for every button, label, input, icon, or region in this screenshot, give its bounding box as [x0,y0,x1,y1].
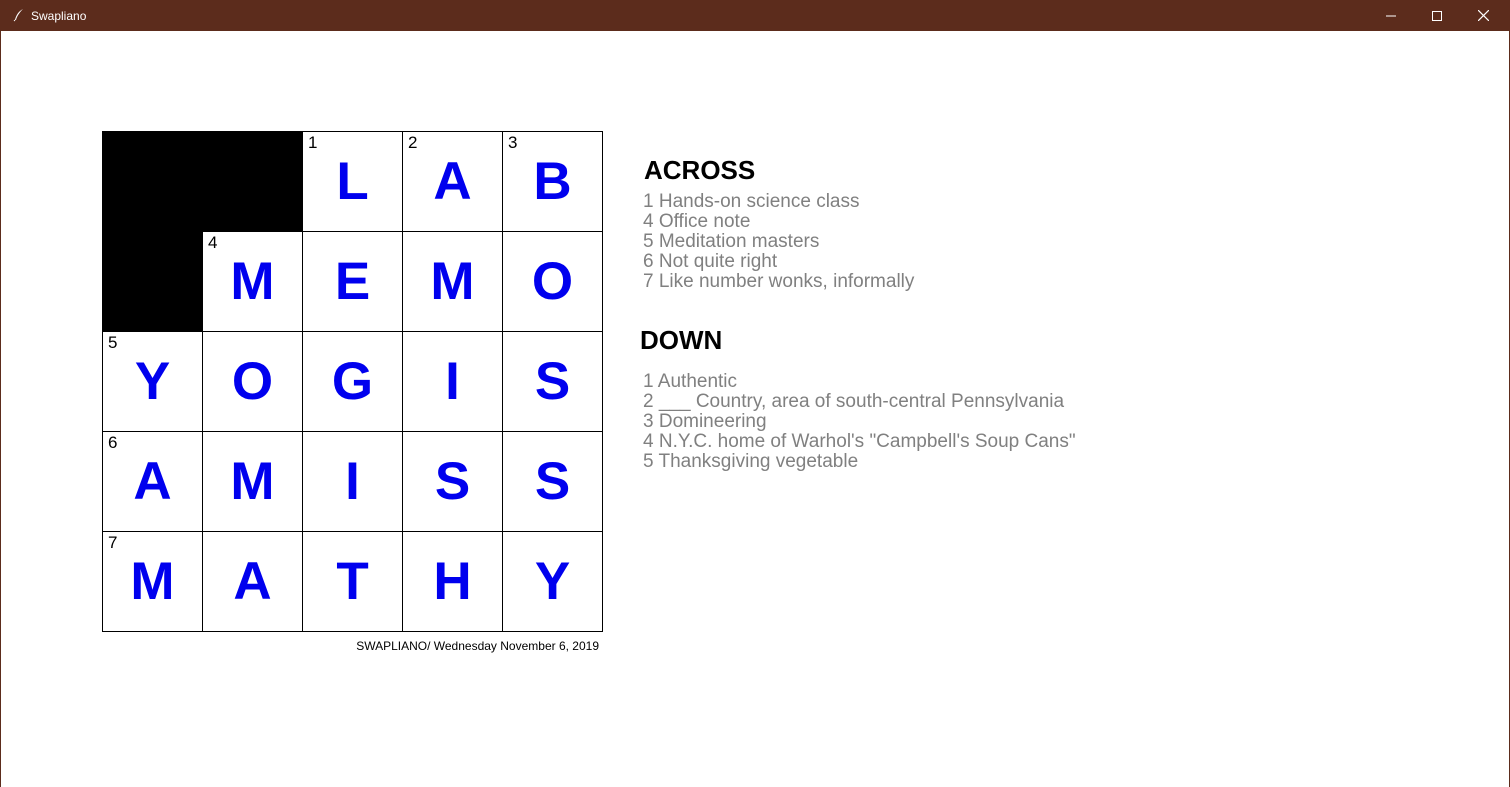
grid-cell[interactable]: H [402,531,502,632]
cell-letter: M [230,452,275,511]
across-clue: 1 Hands-on science class [643,191,860,212]
cell-letter: T [336,552,369,611]
maximize-icon [1432,10,1442,21]
grid-block [102,231,202,331]
grid-cell[interactable]: 4M [202,231,302,331]
down-clue: 3 Domineering [643,411,767,432]
cell-letter: A [133,452,172,511]
grid-cell[interactable]: I [302,431,402,531]
down-clue: 2 ___ Country, area of south-central Pen… [643,391,1065,412]
grid-cell[interactable]: 2A [402,131,502,231]
grid-cell[interactable]: O [502,231,603,331]
cell-letter: O [531,252,574,311]
cell-letter: E [334,252,371,311]
minimize-button[interactable] [1368,0,1414,31]
cell-letter: L [336,152,369,211]
cell-letter: M [130,552,175,611]
grid-cell[interactable]: M [202,431,302,531]
cell-letter: B [533,152,572,211]
close-icon [1477,10,1489,21]
grid-cell[interactable]: 1L [302,131,402,231]
cell-letter: I [445,352,460,411]
cell-letter: M [230,252,275,311]
grid-cell[interactable]: G [302,331,402,431]
cell-letter: M [430,252,475,311]
across-heading: ACROSS [644,155,756,185]
across-clue: 6 Not quite right [643,251,778,272]
across-clue: 7 Like number wonks, informally [643,271,915,292]
cell-letter: A [233,552,272,611]
cell-letter: S [534,352,571,411]
down-clue-list: 1 Authentic 2 ___ Country, area of south-… [643,372,1076,472]
grid-block [102,131,202,231]
grid-cell[interactable]: 5Y [102,331,202,431]
across-clue: 4 Office note [643,211,751,232]
grid-cell[interactable]: T [302,531,402,632]
across-clue-list: 1 Hands-on science class 4 Office note 5 M… [643,192,914,292]
cell-letter: G [331,352,374,411]
title-bar[interactable]: Swapliano [0,0,1510,31]
close-button[interactable] [1460,0,1506,31]
cell-letter: O [231,352,274,411]
crossword-grid: 1L2A3B4MEMO5YOGIS6AMISS7MATHY [102,131,603,632]
down-heading: DOWN [640,325,723,355]
grid-cell[interactable]: Y [502,531,603,632]
feather-icon [12,8,26,22]
grid-cell[interactable]: I [402,331,502,431]
cell-letter: S [434,452,471,511]
cell-letter: S [534,452,571,511]
grid-cell[interactable]: S [502,331,603,431]
window-frame-left [0,31,1,787]
grid-cell[interactable]: S [502,431,603,531]
grid-cell[interactable]: M [402,231,502,331]
puzzle-caption: SWAPLIANO/ Wednesday November 6, 2019 [356,639,599,653]
maximize-button[interactable] [1414,0,1460,31]
grid-cell[interactable]: A [202,531,302,632]
grid-cell[interactable]: E [302,231,402,331]
down-clue: 5 Thanksgiving vegetable [643,451,859,472]
across-clue: 5 Meditation masters [643,231,820,252]
cell-letter: Y [534,552,571,611]
down-clue: 1 Authentic [643,371,738,392]
grid-block [202,131,302,231]
window-title: Swapliano [31,9,87,23]
grid-cell[interactable]: S [402,431,502,531]
cell-letter: A [433,152,472,211]
cell-letter: Y [134,352,171,411]
cell-letter: I [345,452,360,511]
grid-cell[interactable]: 7M [102,531,202,632]
cell-letter: H [433,552,472,611]
minimize-icon [1386,11,1396,21]
grid-cell[interactable]: 6A [102,431,202,531]
grid-cell[interactable]: O [202,331,302,431]
grid-cell[interactable]: 3B [502,131,603,231]
down-clue: 4 N.Y.C. home of Warhol's "Campbell's So… [643,431,1076,452]
